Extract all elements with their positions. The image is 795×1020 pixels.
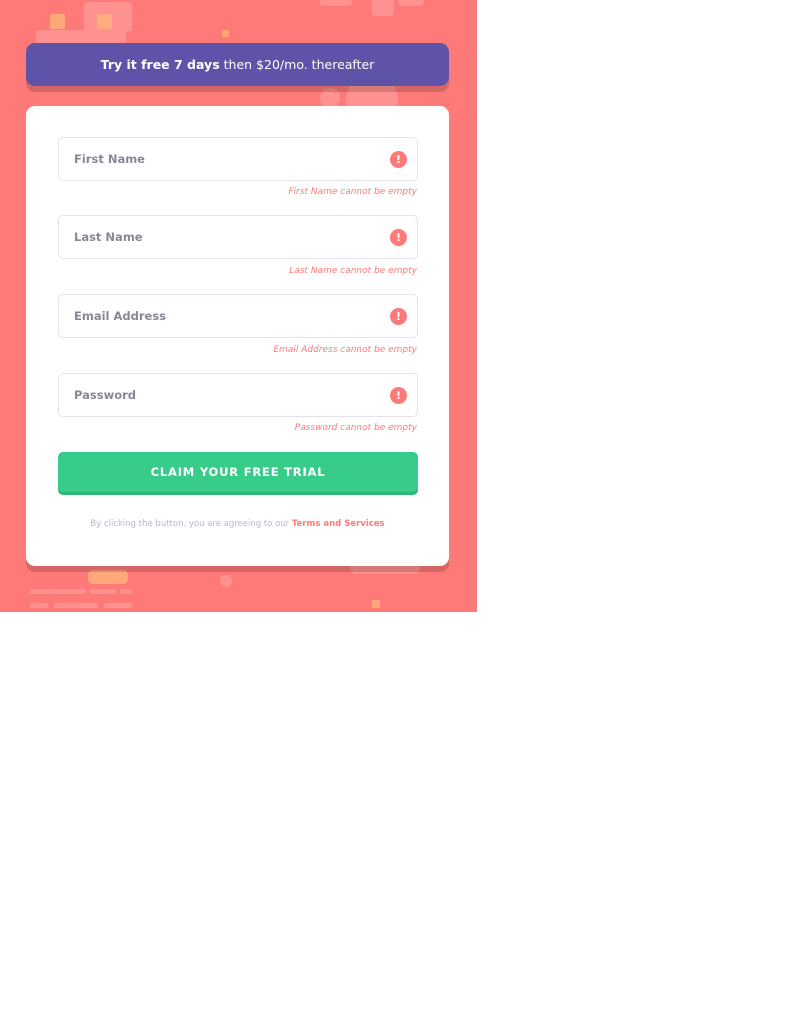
trial-banner: Try it free 7 days then $20/mo. thereaft…	[26, 43, 449, 86]
password-input[interactable]	[59, 374, 384, 416]
email-error: Email Address cannot be empty	[273, 345, 417, 355]
exclamation-icon: !	[390, 151, 407, 168]
terms-link[interactable]: Terms and Services	[292, 519, 385, 529]
email-field: !	[58, 294, 418, 338]
password-error: Password cannot be empty	[294, 423, 417, 433]
first-name-input[interactable]	[59, 138, 384, 180]
terms-prefix: By clicking the button, you are agreeing…	[90, 519, 290, 529]
terms-notice: By clicking the button, you are agreeing…	[26, 519, 449, 529]
exclamation-icon: !	[390, 387, 407, 404]
signup-form-card: ! First Name cannot be empty ! Last Name…	[26, 106, 449, 566]
first-name-field: !	[58, 137, 418, 181]
last-name-field: !	[58, 215, 418, 259]
claim-free-trial-button[interactable]: CLAIM YOUR FREE TRIAL	[58, 452, 418, 492]
exclamation-icon: !	[390, 229, 407, 246]
first-name-error: First Name cannot be empty	[288, 187, 417, 197]
email-input[interactable]	[59, 295, 384, 337]
last-name-error: Last Name cannot be empty	[289, 266, 417, 276]
banner-highlight: Try it free 7 days	[100, 57, 220, 72]
password-field: !	[58, 373, 418, 417]
exclamation-icon: !	[390, 308, 407, 325]
banner-price-text: then $20/mo. thereafter	[223, 57, 375, 72]
last-name-input[interactable]	[59, 216, 384, 258]
page-background: Try it free 7 days then $20/mo. thereaft…	[0, 0, 477, 612]
